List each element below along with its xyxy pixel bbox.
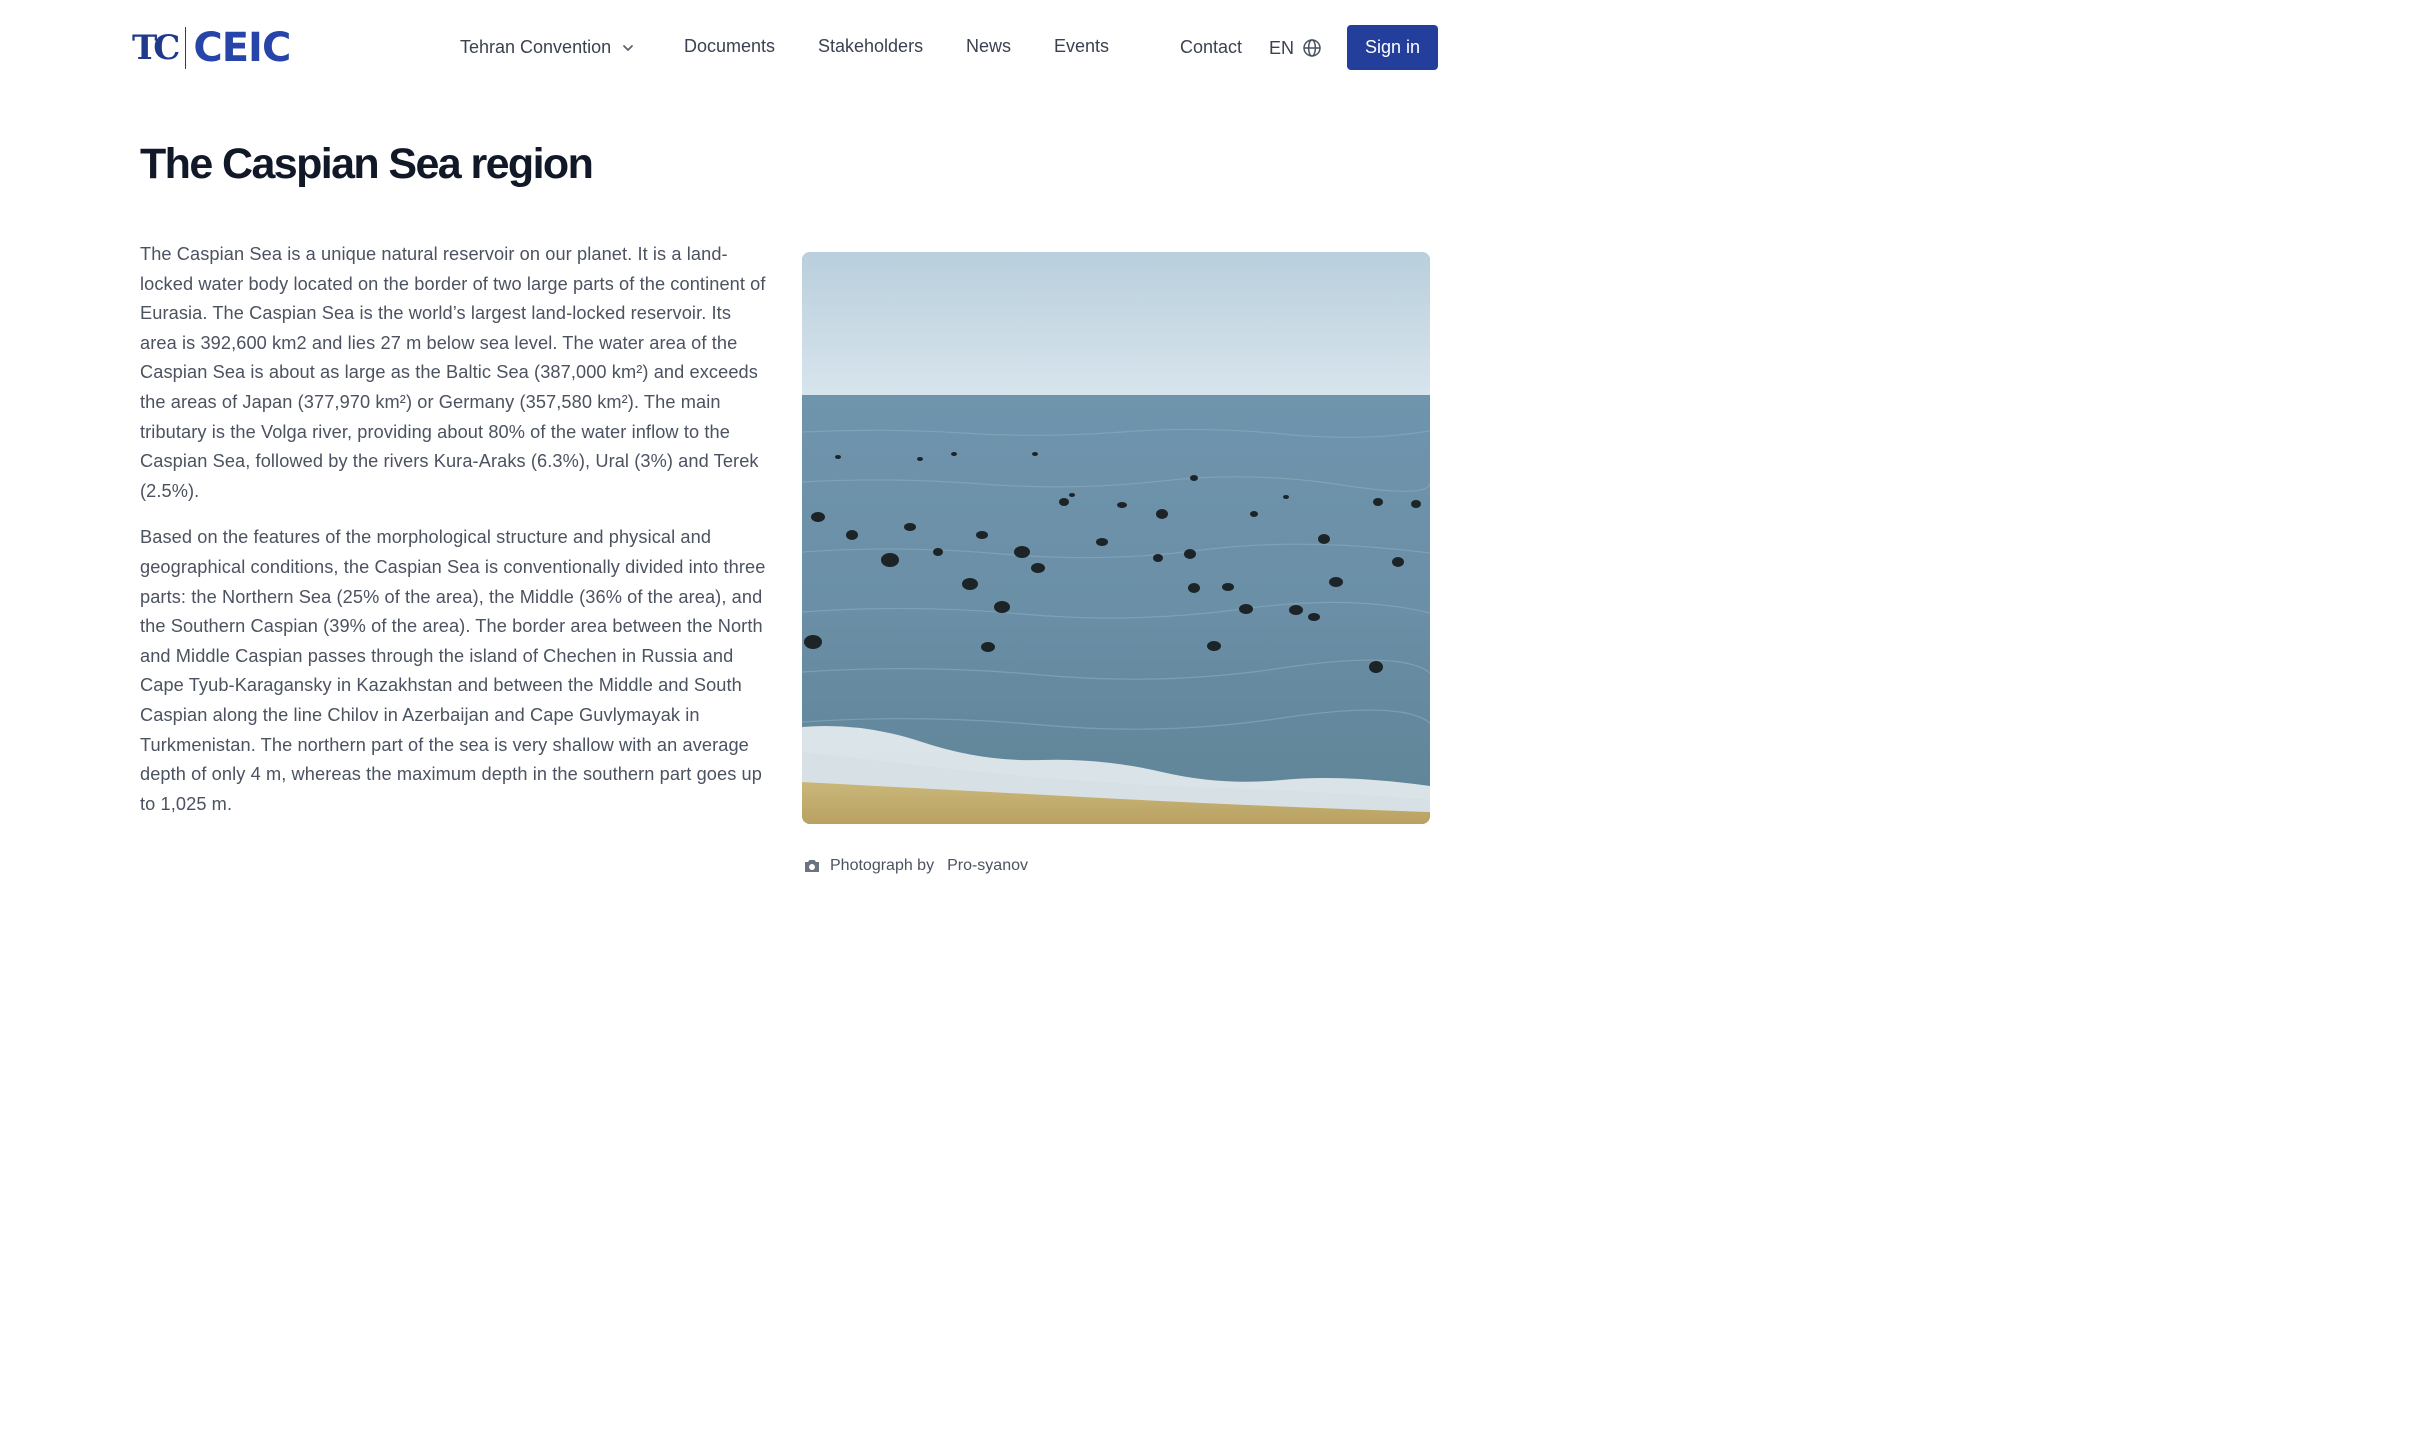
intro-paragraph: The Caspian Sea is a unique natural rese… xyxy=(140,244,766,501)
globe-icon xyxy=(1303,39,1321,57)
logo-divider xyxy=(185,27,187,69)
caspian-seals-photo xyxy=(802,252,1430,824)
photo-credit: Pro-syanov xyxy=(947,857,1028,874)
page-title: The Caspian Sea region xyxy=(140,140,594,188)
regions-paragraph: Based on the features of the morphologic… xyxy=(140,527,766,814)
nav-contact[interactable]: Contact xyxy=(1180,36,1242,58)
nav-tehran-convention[interactable]: Tehran Convention xyxy=(460,36,635,58)
nav-stakeholders[interactable]: Stakeholders xyxy=(818,35,923,57)
site-header: TC CEIC Tehran Convention Documents Stak… xyxy=(0,0,1568,96)
site-logo[interactable]: TC CEIC xyxy=(132,25,291,71)
photo-illustration xyxy=(802,252,1430,824)
article-body: The Caspian Sea is a unique natural rese… xyxy=(140,240,770,836)
language-selector[interactable]: EN xyxy=(1269,37,1322,59)
nav-documents[interactable]: Documents xyxy=(684,35,775,57)
chevron-down-icon xyxy=(623,45,634,52)
photo-caption: Photograph by Pro-syanov xyxy=(803,857,1028,875)
camera-icon xyxy=(805,860,819,872)
logo-tc-mark: TC xyxy=(132,28,180,68)
logo-ceic-mark: CEIC xyxy=(193,25,291,71)
nav-events[interactable]: Events xyxy=(1054,35,1109,57)
caption-label: Photograph by xyxy=(830,857,935,874)
sign-in-button[interactable]: Sign in xyxy=(1347,25,1438,70)
nav-news[interactable]: News xyxy=(966,35,1011,57)
language-label: EN xyxy=(1269,38,1295,58)
nav-tehran-convention-label: Tehran Convention xyxy=(460,37,612,57)
